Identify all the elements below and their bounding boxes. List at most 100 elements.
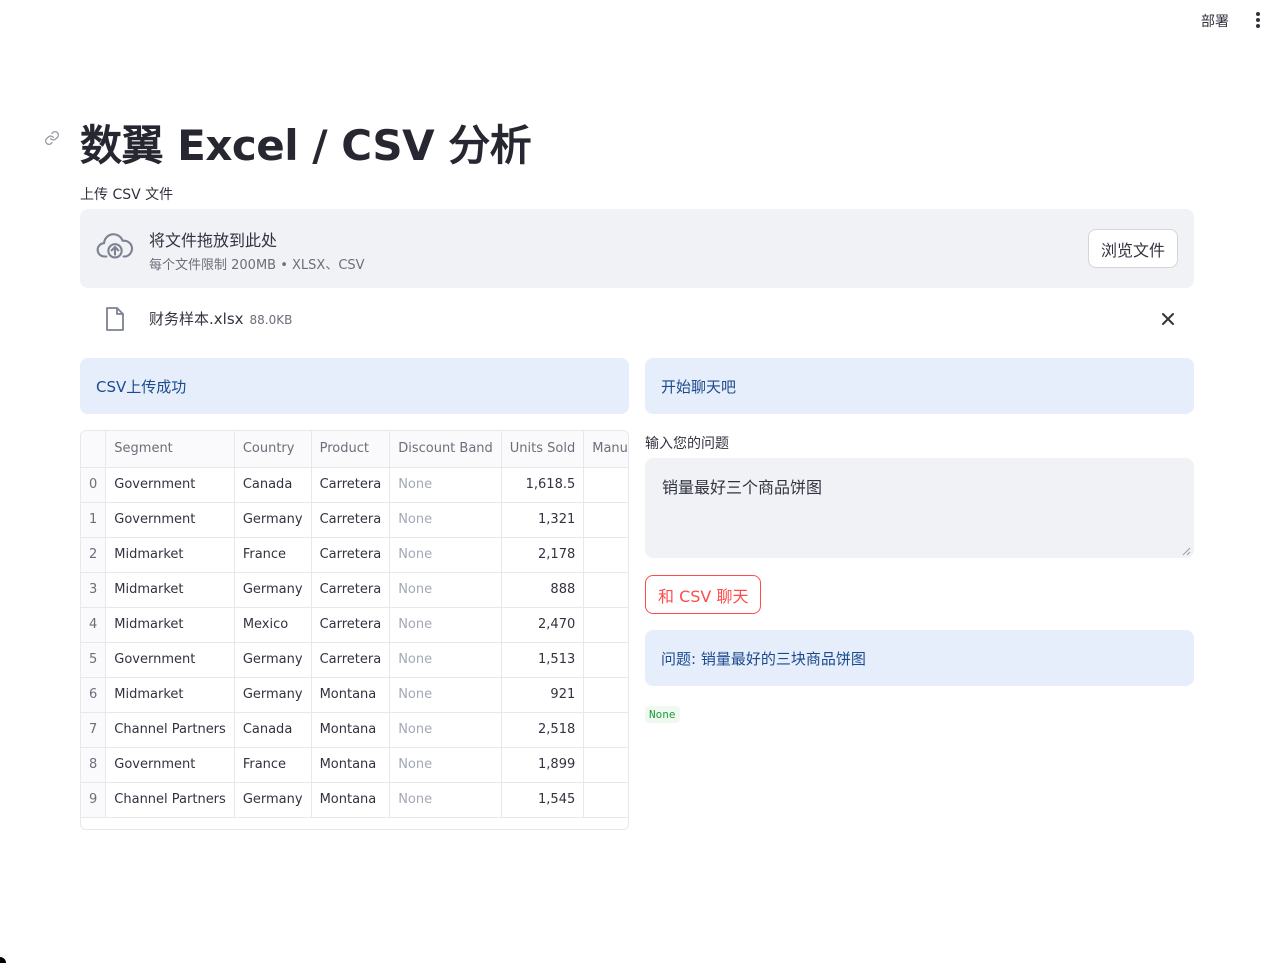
table-cell[interactable] bbox=[583, 537, 628, 573]
chat-start-alert: 开始聊天吧 bbox=[645, 358, 1194, 414]
table-cell[interactable]: 888 bbox=[501, 572, 585, 608]
chat-start-text: 开始聊天吧 bbox=[661, 377, 737, 396]
column-header[interactable]: Country bbox=[234, 431, 312, 468]
uploaded-file-row: 财务样本.xlsx 88.0KB bbox=[80, 300, 1194, 340]
table-cell[interactable]: 921 bbox=[501, 677, 585, 713]
table-cell[interactable]: None bbox=[389, 502, 502, 538]
table-row: 8 Government France Montana None 1,899 bbox=[81, 747, 628, 783]
table-cell[interactable]: Carretera bbox=[311, 607, 391, 643]
chat-with-csv-button[interactable]: 和 CSV 聊天 bbox=[645, 575, 762, 614]
column-header[interactable]: Segment bbox=[105, 431, 235, 468]
table-cell[interactable]: France bbox=[234, 747, 312, 783]
window-corner bbox=[0, 957, 6, 963]
table-cell[interactable]: Carretera bbox=[311, 572, 391, 608]
page-title: 数翼 Excel / CSV 分析 bbox=[80, 121, 532, 170]
table-cell[interactable]: Montana bbox=[311, 677, 391, 713]
table-cell[interactable]: Montana bbox=[311, 712, 391, 748]
table-cell[interactable] bbox=[583, 607, 628, 643]
table-cell[interactable]: None bbox=[389, 782, 502, 818]
table-cell[interactable]: France bbox=[234, 537, 312, 573]
table-row: 4 Midmarket Mexico Carretera None 2,470 bbox=[81, 607, 628, 643]
table-cell[interactable]: Canada bbox=[234, 467, 312, 503]
upload-success-alert: CSV上传成功 bbox=[80, 358, 629, 414]
table-cell[interactable]: Carretera bbox=[311, 537, 391, 573]
table-cell[interactable]: Montana bbox=[311, 782, 391, 818]
column-header[interactable]: Discount Band bbox=[389, 431, 502, 468]
table-cell[interactable] bbox=[583, 747, 628, 783]
table-cell[interactable]: Mexico bbox=[234, 607, 312, 643]
question-textarea[interactable]: 销量最好三个商品饼图 bbox=[645, 458, 1194, 558]
table-cell[interactable]: Midmarket bbox=[105, 677, 235, 713]
row-index: 7 bbox=[81, 712, 107, 748]
table-cell[interactable]: Germany bbox=[234, 502, 312, 538]
table-cell[interactable]: Government bbox=[105, 642, 235, 678]
table-cell[interactable]: 1,545 bbox=[501, 782, 585, 818]
table-cell[interactable]: Germany bbox=[234, 782, 312, 818]
table-cell[interactable]: Government bbox=[105, 467, 235, 503]
table-cell[interactable]: 1,618.5 bbox=[501, 467, 585, 503]
table-cell[interactable]: 2,518 bbox=[501, 712, 585, 748]
table-cell[interactable]: None bbox=[389, 467, 502, 503]
table-cell[interactable]: Carretera bbox=[311, 642, 391, 678]
table-cell[interactable]: None bbox=[389, 712, 502, 748]
table-cell[interactable]: Germany bbox=[234, 642, 312, 678]
kebab-menu-icon[interactable] bbox=[1251, 10, 1265, 32]
table-cell[interactable]: Government bbox=[105, 747, 235, 783]
file-icon bbox=[106, 307, 124, 331]
link-icon[interactable] bbox=[44, 130, 60, 146]
table-cell[interactable]: Germany bbox=[234, 677, 312, 713]
table-cell[interactable]: Channel Partners bbox=[105, 782, 235, 818]
table-cell[interactable]: Canada bbox=[234, 712, 312, 748]
table-cell[interactable]: None bbox=[389, 642, 502, 678]
table-cell[interactable]: None bbox=[389, 677, 502, 713]
question-echo-alert: 问题: 销量最好的三块商品饼图 bbox=[645, 630, 1194, 686]
dropzone-instructions: 将文件拖放到此处 bbox=[149, 231, 278, 250]
table-cell[interactable]: Midmarket bbox=[105, 572, 235, 608]
column-header[interactable]: Product bbox=[311, 431, 391, 468]
question-input-label: 输入您的问题 bbox=[645, 436, 729, 452]
table-cell[interactable]: None bbox=[389, 607, 502, 643]
row-index: 6 bbox=[81, 677, 107, 713]
table-cell[interactable]: Channel Partners bbox=[105, 712, 235, 748]
table-cell[interactable]: 1,321 bbox=[501, 502, 585, 538]
table-cell[interactable]: Midmarket bbox=[105, 607, 235, 643]
table-cell[interactable]: 2,178 bbox=[501, 537, 585, 573]
column-header[interactable]: Units Sold bbox=[501, 431, 585, 468]
column-header[interactable]: Manufac bbox=[583, 431, 628, 468]
deploy-button[interactable]: 部署 bbox=[1201, 11, 1229, 31]
close-icon[interactable] bbox=[1158, 309, 1178, 329]
table-cell[interactable]: Carretera bbox=[311, 467, 391, 503]
table-cell[interactable]: Montana bbox=[311, 747, 391, 783]
table-cell[interactable] bbox=[583, 502, 628, 538]
table-cell[interactable] bbox=[583, 782, 628, 818]
browse-files-button[interactable]: 浏览文件 bbox=[1087, 229, 1178, 268]
table-cell[interactable]: Carretera bbox=[311, 502, 391, 538]
table-cell[interactable]: 2,470 bbox=[501, 607, 585, 643]
row-index: 2 bbox=[81, 537, 107, 573]
dataframe-table[interactable]: Segment Country Product Discount Band Un… bbox=[80, 430, 629, 830]
file-dropzone[interactable]: 将文件拖放到此处 每个文件限制 200MB • XLSX、CSV 浏览文件 bbox=[80, 209, 1194, 288]
table-row: 2 Midmarket France Carretera None 2,178 bbox=[81, 537, 628, 573]
top-bar: 部署 bbox=[0, 0, 1273, 42]
table-cell[interactable]: Midmarket bbox=[105, 537, 235, 573]
table-cell[interactable]: 1,899 bbox=[501, 747, 585, 783]
table-row: 1 Government Germany Carretera None 1,321 bbox=[81, 502, 628, 538]
table-cell[interactable] bbox=[583, 712, 628, 748]
row-index: 1 bbox=[81, 502, 107, 538]
index-header bbox=[81, 431, 107, 468]
table-cell[interactable]: None bbox=[389, 537, 502, 573]
table-cell[interactable]: None bbox=[389, 572, 502, 608]
row-index: 0 bbox=[81, 467, 107, 503]
question-echo-text: 问题: 销量最好的三块商品饼图 bbox=[661, 649, 866, 668]
resize-handle-icon[interactable] bbox=[1181, 546, 1191, 556]
table-cell[interactable]: Government bbox=[105, 502, 235, 538]
table-cell[interactable] bbox=[583, 642, 628, 678]
table-cell[interactable] bbox=[583, 572, 628, 608]
table-cell[interactable]: Germany bbox=[234, 572, 312, 608]
dropzone-limit: 每个文件限制 200MB • XLSX、CSV bbox=[149, 258, 365, 273]
table-cell[interactable] bbox=[583, 467, 628, 503]
table-row: 3 Midmarket Germany Carretera None 888 bbox=[81, 572, 628, 608]
table-cell[interactable]: 1,513 bbox=[501, 642, 585, 678]
table-cell[interactable]: None bbox=[389, 747, 502, 783]
table-cell[interactable] bbox=[583, 677, 628, 713]
